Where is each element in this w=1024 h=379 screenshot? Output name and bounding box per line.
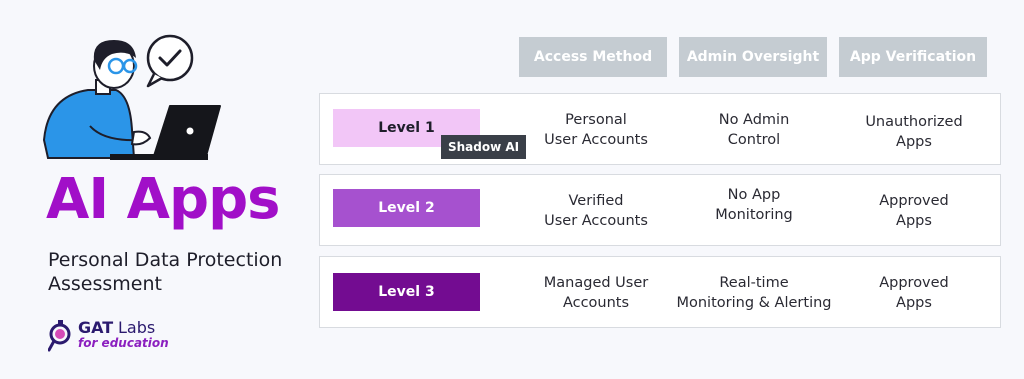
infographic-card: AI Apps Personal Data Protection Assessm… [0,0,1024,379]
person-at-laptop-illustration [42,34,221,160]
column-header-access-method: Access Method [519,37,667,77]
level-2-label: Level 2 [333,189,480,227]
table-row-level-2: Level 2 Verified User Accounts No App Mo… [319,174,1001,246]
row-1-app-verification: Unauthorized Apps [865,114,963,150]
row-2-admin-oversight: No App Monitoring [715,187,793,223]
row-1-admin-oversight: No Admin Control [718,112,790,148]
row-3-admin-oversight: Real-time Monitoring & Alerting [676,275,832,311]
row-3-access-method: Managed User Accounts [543,275,649,311]
row-2-app-verification: Approved Apps [879,193,949,229]
gat-labs-logo: GAT Labs for education [48,316,188,356]
row-2-access-method: Verified User Accounts [544,193,648,229]
logo-suffix: Labs [118,318,156,337]
row-3-app-verification: Approved Apps [879,275,949,311]
page-subtitle: Personal Data Protection Assessment [48,249,283,295]
table-row-level-3: Level 3 Managed User Accounts Real-time … [319,256,1001,328]
row-1-access-method: Personal User Accounts [544,112,648,148]
gat-labs-logo-icon [48,320,71,352]
logo-brand: GAT [78,318,114,337]
column-header-app-verification: App Verification [839,37,987,77]
level-3-label: Level 3 [333,273,480,311]
page-title: AI Apps [46,167,281,232]
checkmark-speech-bubble-icon [146,34,194,88]
logo-tagline: for education [78,336,169,350]
column-header-admin-oversight: Admin Oversight [679,37,827,77]
table-row-level-1: Level 1 Shadow AI Personal User Accounts… [319,93,1001,165]
